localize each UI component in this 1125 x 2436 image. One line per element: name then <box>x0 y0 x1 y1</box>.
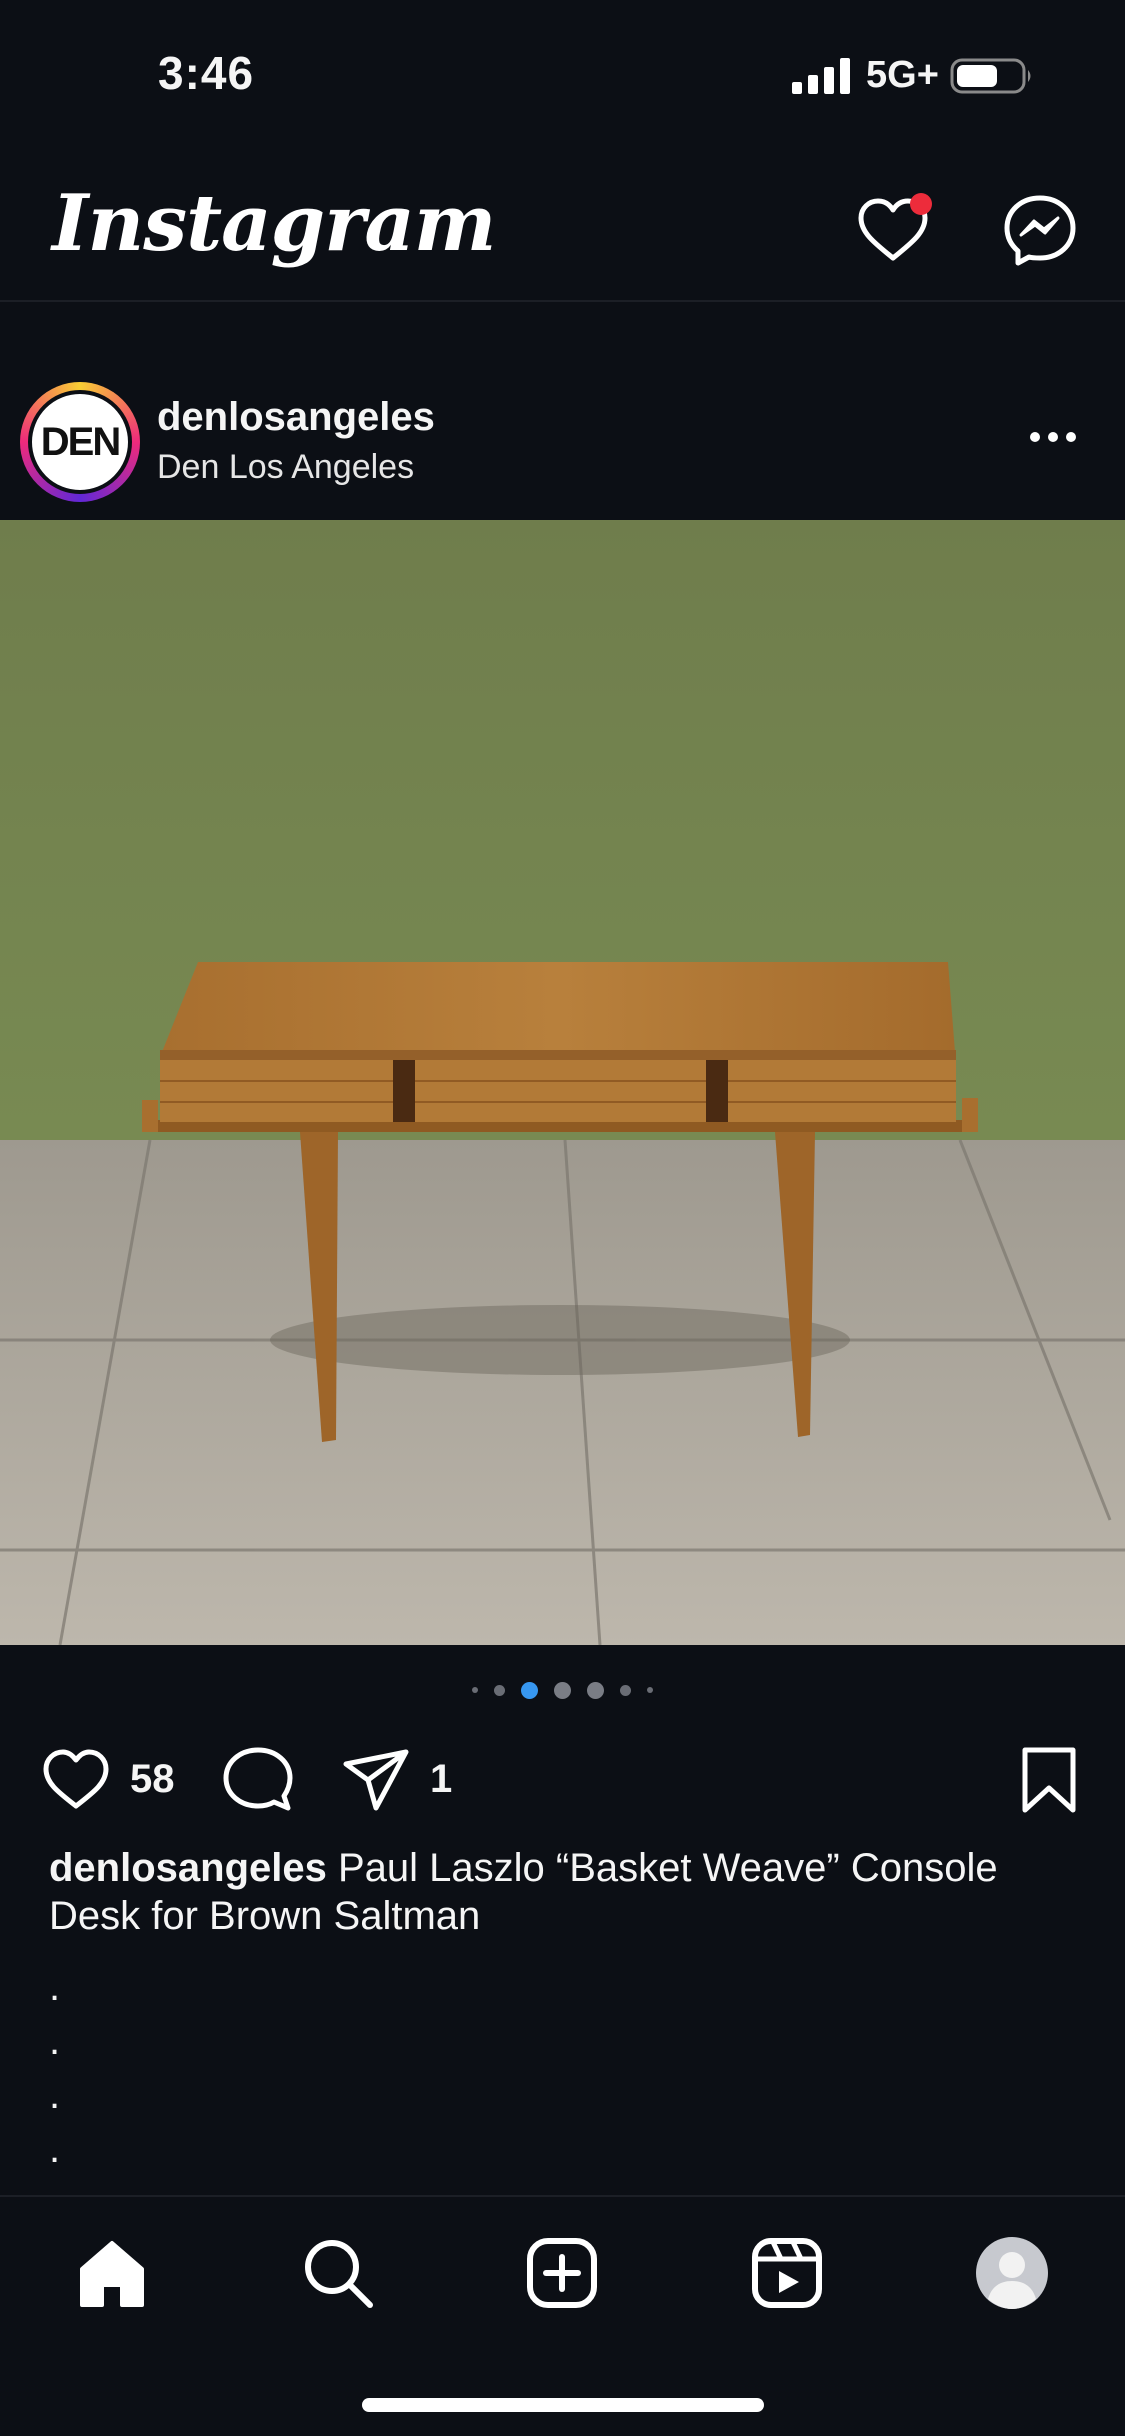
home-icon[interactable] <box>74 2235 150 2311</box>
post-header: DEN denlosangeles Den Los Angeles <box>0 370 1125 520</box>
home-indicator[interactable] <box>362 2398 764 2412</box>
instagram-logo[interactable]: Instagram <box>52 178 496 269</box>
caption-dots: . . . . <box>49 1960 60 2176</box>
share-count[interactable]: 1 <box>430 1757 452 1802</box>
like-count[interactable]: 58 <box>130 1757 175 1802</box>
status-time: 3:46 <box>158 47 255 99</box>
notification-dot <box>910 193 932 215</box>
carousel-dot <box>620 1684 631 1696</box>
share-icon[interactable] <box>340 1744 412 1816</box>
carousel-dot <box>554 1681 571 1699</box>
post-image[interactable] <box>0 520 1125 1645</box>
caption-username[interactable]: denlosangeles <box>49 1846 327 1890</box>
profile-icon[interactable] <box>974 2235 1050 2311</box>
carousel-dot <box>494 1684 505 1696</box>
more-options-icon[interactable] <box>1030 425 1086 449</box>
caption-dot-line: . <box>49 2073 61 2117</box>
reels-icon[interactable] <box>749 2235 825 2311</box>
avatar-logo: DEN <box>40 419 121 464</box>
comment-icon[interactable] <box>222 1744 294 1816</box>
post-actions: 58 1 <box>0 1735 1125 1825</box>
story-ring[interactable]: DEN <box>20 382 140 502</box>
carousel-dot <box>647 1687 653 1693</box>
signal-icon <box>792 58 850 94</box>
network-label: 5G+ <box>866 54 939 96</box>
messenger-icon[interactable] <box>1000 190 1080 270</box>
caption-dot-line: . <box>49 1965 61 2009</box>
caption-dot-line: . <box>49 2127 61 2171</box>
post-username[interactable]: denlosangeles <box>157 395 435 440</box>
carousel-dot <box>472 1687 478 1693</box>
avatar[interactable]: DEN <box>28 390 132 494</box>
post-caption: denlosangeles Paul Laszlo “Basket Weave”… <box>49 1844 1089 1940</box>
carousel-dot <box>587 1681 604 1699</box>
battery-icon <box>950 58 1031 94</box>
search-icon[interactable] <box>300 2235 376 2311</box>
carousel-dot-active <box>521 1681 538 1699</box>
like-icon[interactable] <box>40 1744 112 1816</box>
heart-icon[interactable] <box>853 190 933 270</box>
caption-dot-line: . <box>49 2019 61 2063</box>
app-header: Instagram <box>0 150 1125 302</box>
status-bar: 3:46 5G+ <box>0 0 1125 150</box>
bookmark-icon[interactable] <box>1013 1744 1085 1816</box>
create-icon[interactable] <box>524 2235 600 2311</box>
carousel-indicator <box>0 1680 1125 1700</box>
post-subtitle[interactable]: Den Los Angeles <box>157 448 414 487</box>
